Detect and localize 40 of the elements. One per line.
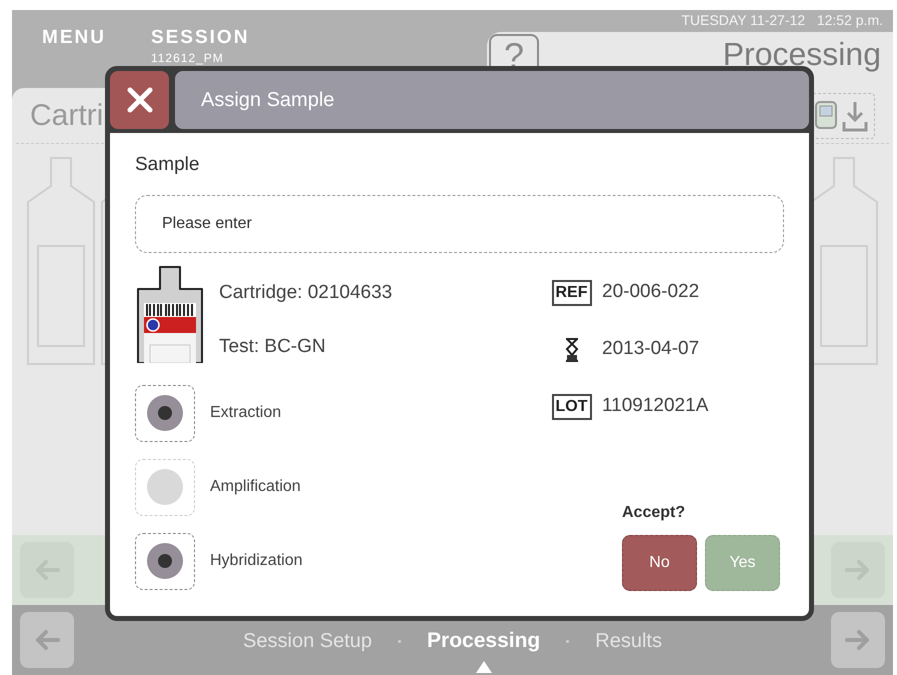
completed-dot-icon	[147, 543, 183, 579]
current-step-marker-icon	[476, 661, 492, 674]
stage-label: Amplification	[210, 477, 301, 497]
session-label: SESSION	[150, 26, 250, 50]
sample-label: Sample	[135, 153, 200, 177]
expiry-value: 2013-04-07	[602, 337, 700, 362]
step-tab[interactable]: Session Setup	[243, 626, 372, 656]
accept-label: Accept?	[622, 502, 686, 522]
forward-button[interactable]	[831, 612, 885, 668]
step-separator	[398, 640, 402, 642]
panel-title: Cartri	[30, 98, 104, 134]
yes-button[interactable]: Yes	[705, 534, 780, 590]
step-tab[interactable]: Results	[595, 626, 662, 656]
cartridge-slot-icon	[26, 156, 96, 366]
step-separator	[566, 640, 570, 642]
pending-dot-icon	[147, 469, 183, 505]
cartridge-icon	[135, 264, 205, 362]
back-button[interactable]	[20, 612, 74, 668]
close-icon	[126, 87, 152, 113]
no-button[interactable]: No	[622, 534, 697, 590]
menu-button[interactable]: MENU	[42, 24, 106, 52]
close-button[interactable]	[110, 71, 169, 129]
step-tab[interactable]: Processing	[427, 625, 540, 657]
date-time: TUESDAY 11-27-12 12:52 p.m.	[681, 11, 883, 30]
dialog-title: Assign Sample	[201, 88, 334, 113]
cartridge-number: Cartridge: 02104633	[219, 280, 392, 304]
ref-value: 20-006-022	[602, 280, 700, 304]
stage-label: Hybridization	[210, 551, 302, 571]
previous-button[interactable]	[20, 542, 74, 598]
session-id: 112612_PM	[150, 50, 225, 64]
ref-symbol: REF	[552, 280, 592, 306]
lot-value: 110912021A	[602, 394, 708, 418]
completed-dot-icon	[147, 395, 183, 431]
next-button[interactable]	[831, 542, 885, 598]
hourglass-icon	[564, 336, 580, 362]
stage-label: Extraction	[210, 403, 282, 423]
lot-symbol: LOT	[552, 394, 592, 420]
sample-input-field[interactable]: Please enter	[135, 194, 784, 252]
page-title: Processing	[722, 36, 881, 72]
test-name: Test: BC-GN	[219, 335, 327, 359]
